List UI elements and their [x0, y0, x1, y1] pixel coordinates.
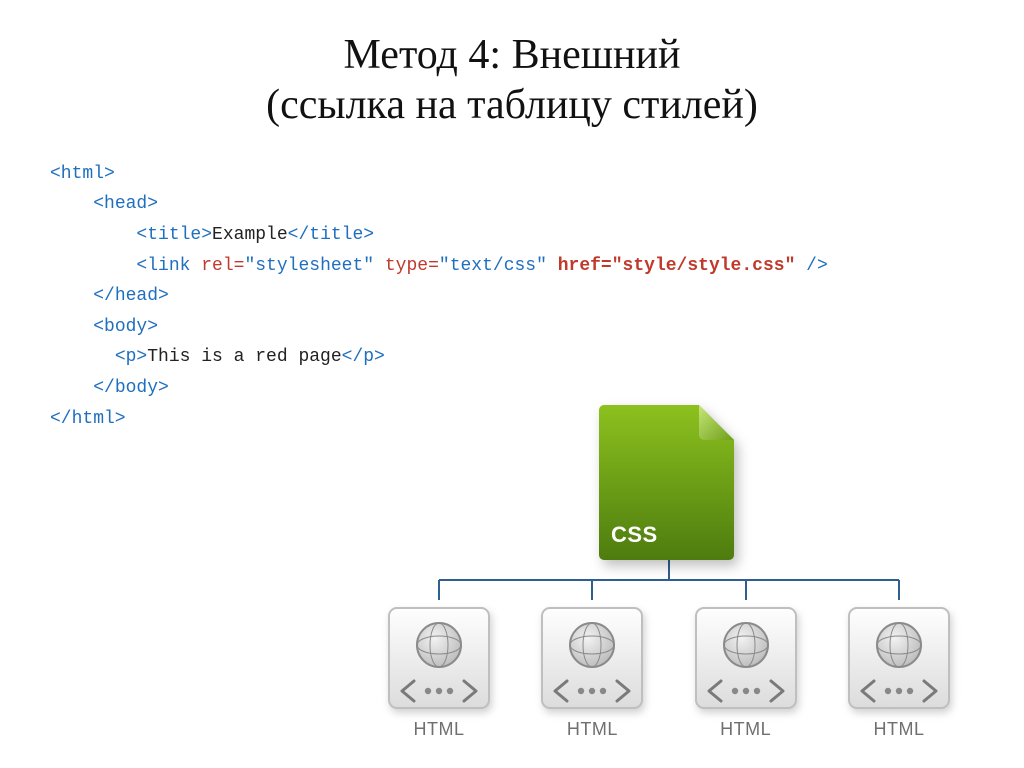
css-file-icon: CSS	[599, 400, 739, 560]
html-file-label: HTML	[374, 719, 504, 740]
css-file-label: CSS	[611, 522, 658, 548]
html-file-icon: HTML	[527, 603, 657, 740]
code-str: "text/css"	[439, 256, 547, 276]
code-attr: type=	[374, 256, 439, 276]
code-text: Example	[212, 225, 288, 245]
css-html-diagram: CSS	[374, 400, 964, 740]
code-tag: </p>	[342, 347, 385, 367]
code-attr: rel=	[190, 256, 244, 276]
code-tag: </body>	[93, 378, 169, 398]
slide-title: Метод 4: Внешний (ссылка на таблицу стил…	[40, 30, 984, 131]
code-sample: <html> <head> <title>Example</title> <li…	[40, 159, 984, 434]
code-tag: <link	[136, 256, 190, 276]
html-file-label: HTML	[834, 719, 964, 740]
code-tag: <head>	[93, 194, 158, 214]
code-tag: </head>	[93, 286, 169, 306]
html-file-icon: HTML	[374, 603, 504, 740]
title-line-1: Метод 4: Внешний	[344, 32, 681, 78]
code-tag: <p>	[115, 347, 147, 367]
code-attr-bold: "style/style.css"	[612, 256, 796, 276]
html-file-icon: HTML	[834, 603, 964, 740]
html-files-row: HTML	[374, 603, 964, 740]
code-text: This is a red page	[147, 347, 341, 367]
code-tag: <html>	[50, 164, 115, 184]
code-tag: <title>	[136, 225, 212, 245]
code-tag: <body>	[93, 317, 158, 337]
code-tag: </html>	[50, 409, 126, 429]
code-attr-bold: href=	[547, 256, 612, 276]
html-file-label: HTML	[527, 719, 657, 740]
html-file-label: HTML	[681, 719, 811, 740]
code-tag: </title>	[288, 225, 374, 245]
html-file-icon: HTML	[681, 603, 811, 740]
code-str: "stylesheet"	[244, 256, 374, 276]
slide: Метод 4: Внешний (ссылка на таблицу стил…	[0, 0, 1024, 768]
code-tag: />	[795, 256, 827, 276]
title-line-2: (ссылка на таблицу стилей)	[266, 82, 758, 128]
